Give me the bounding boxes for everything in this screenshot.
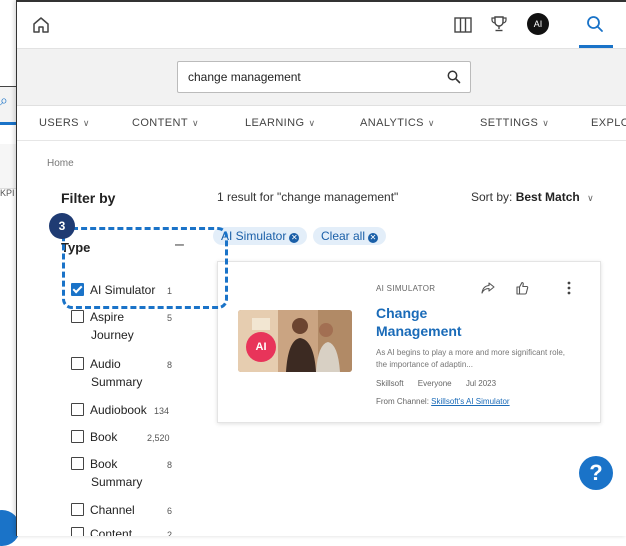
- filter-item-book-summary[interactable]: Book: [71, 457, 117, 471]
- more-options-icon[interactable]: [566, 280, 572, 296]
- sort-value: Best Match: [515, 190, 580, 204]
- search-band: change management: [17, 49, 626, 106]
- share-icon[interactable]: [481, 281, 495, 295]
- results-summary: 1 result for "change management": [217, 190, 399, 204]
- nav-item-settings[interactable]: SETTINGS ∨: [480, 117, 549, 129]
- breadcrumb[interactable]: Home: [47, 158, 74, 169]
- chevron-down-icon: ∨: [191, 118, 199, 128]
- ai-badge-icon: AI: [246, 332, 276, 362]
- result-card[interactable]: AI AI SIMULATOR Change Management As AI …: [217, 261, 601, 423]
- filter-count: 6: [167, 506, 173, 516]
- content-audience: Everyone: [417, 379, 452, 388]
- checkbox[interactable]: [71, 457, 84, 470]
- content-title-link[interactable]: Change Management: [376, 304, 496, 340]
- background-text-fragment: KPI: [0, 188, 15, 198]
- channel-prefix: From Channel:: [376, 397, 429, 406]
- help-button[interactable]: ?: [579, 456, 613, 490]
- thumbs-up-icon[interactable]: [515, 281, 529, 295]
- content-channel: From Channel: Skillsoft's AI Simulator: [376, 397, 510, 406]
- filter-count: 2,520: [147, 433, 170, 443]
- search-active-indicator: [579, 45, 613, 48]
- channel-link[interactable]: Skillsoft's AI Simulator: [431, 397, 509, 406]
- top-bar: AI: [17, 2, 626, 49]
- filter-item-channel[interactable]: Channel: [71, 503, 135, 517]
- chevron-down-icon: ∨: [587, 193, 594, 203]
- checkbox[interactable]: [71, 503, 84, 516]
- annotation-highlight: [62, 227, 228, 309]
- chevron-down-icon: ∨: [308, 118, 316, 128]
- filter-item-label-line2: Journey: [91, 328, 134, 342]
- content-provider: Skillsoft: [376, 379, 404, 388]
- filter-item-label-line2: Summary: [91, 475, 143, 489]
- checkbox[interactable]: [71, 527, 84, 536]
- checkbox[interactable]: [71, 310, 84, 323]
- filter-item-content[interactable]: Content: [71, 527, 132, 536]
- content-date: Jul 2023: [465, 379, 497, 388]
- content-meta: Skillsoft Everyone Jul 2023: [376, 379, 508, 388]
- filter-item-aspire-journey[interactable]: Aspire: [71, 310, 124, 324]
- search-input[interactable]: change management: [177, 61, 471, 93]
- nav-item-analytics[interactable]: ANALYTICS ∨: [360, 117, 435, 129]
- filter-count: 8: [167, 460, 173, 470]
- background-search-icon: ⌕: [0, 92, 8, 108]
- filter-item-label-line2: Summary: [91, 375, 143, 389]
- chevron-down-icon: ∨: [427, 118, 435, 128]
- trophy-icon[interactable]: [489, 14, 509, 34]
- nav-item-content[interactable]: CONTENT ∨: [132, 117, 199, 129]
- remove-filter-icon[interactable]: ✕: [289, 233, 300, 243]
- sort-label: Sort by:: [471, 190, 513, 204]
- checkbox[interactable]: [71, 403, 84, 416]
- nav-item-explore[interactable]: EXPLO: [591, 117, 626, 129]
- search-icon[interactable]: [585, 14, 605, 34]
- filter-item-audiobook[interactable]: Audiobook: [71, 403, 147, 417]
- filter-count: 5: [167, 313, 173, 323]
- clear-all-chip[interactable]: Clear all ✕: [313, 227, 387, 245]
- filter-count: 8: [167, 360, 173, 370]
- filter-title: Filter by: [61, 190, 116, 206]
- nav-item-learning[interactable]: LEARNING ∨: [245, 117, 315, 129]
- main-nav: USERS ∨ CONTENT ∨ LEARNING ∨ ANALYTICS ∨ SET…: [17, 106, 626, 141]
- filter-item-audio-summary[interactable]: Audio: [71, 357, 121, 371]
- annotation-step-badge: 3: [49, 213, 75, 239]
- avatar[interactable]: AI: [527, 13, 549, 35]
- filter-count: 2: [167, 530, 173, 536]
- checkbox[interactable]: [71, 357, 84, 370]
- main-window: AI change management USERS ∨ CONTENT ∨ LEA…: [16, 0, 626, 536]
- home-icon[interactable]: [31, 15, 51, 35]
- chevron-down-icon: ∨: [542, 118, 550, 128]
- content-type: AI SIMULATOR: [376, 284, 436, 293]
- content-description: As AI begins to play a more and more sig…: [376, 348, 565, 369]
- filter-item-book[interactable]: Book: [71, 430, 117, 444]
- chevron-down-icon: ∨: [82, 118, 90, 128]
- search-input-value: change management: [188, 70, 301, 84]
- clear-all-icon[interactable]: ✕: [368, 233, 379, 243]
- sort-dropdown[interactable]: Sort by: Best Match ∨: [471, 190, 594, 204]
- content-thumbnail[interactable]: AI: [238, 310, 352, 372]
- nav-item-users[interactable]: USERS ∨: [39, 117, 90, 129]
- checkbox[interactable]: [71, 430, 84, 443]
- library-icon[interactable]: [453, 15, 473, 35]
- search-submit-icon[interactable]: [446, 69, 462, 85]
- filter-count: 134: [154, 406, 170, 416]
